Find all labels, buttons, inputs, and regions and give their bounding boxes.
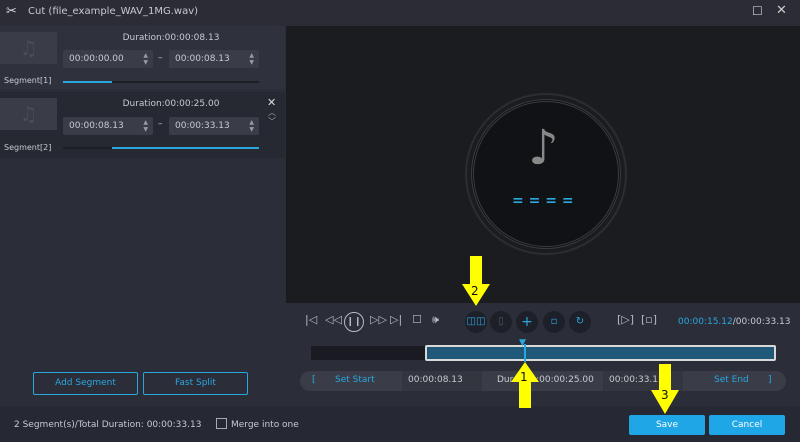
segment-range-fill bbox=[112, 147, 259, 149]
spinner-icon[interactable]: ▲ ▼ bbox=[143, 52, 148, 66]
annotation-arrow-2 bbox=[462, 256, 490, 306]
merge-checkbox[interactable] bbox=[216, 418, 227, 429]
segment-end-input[interactable]: 00:00:08.13 ▲ ▼ bbox=[169, 50, 259, 68]
stop-segment-icon[interactable]: [▫] bbox=[641, 313, 657, 326]
playhead-marker-icon[interactable]: ▼ bbox=[519, 338, 526, 348]
annotation-label-2: 2 bbox=[471, 284, 479, 298]
split-button[interactable]: ◫◫ bbox=[465, 311, 487, 333]
annotation-label-3: 3 bbox=[661, 388, 669, 402]
save-button[interactable]: Save bbox=[629, 415, 705, 435]
segment-duration: Duration:00:00:08.13 bbox=[122, 33, 220, 43]
set-end-button[interactable]: Set End bbox=[714, 375, 749, 385]
segment-label: Segment[2] bbox=[4, 143, 52, 152]
range-dash: – bbox=[158, 119, 163, 129]
trim-start-input[interactable]: 00:00:08.13 bbox=[402, 371, 482, 391]
window-title: Cut (file_example_WAV_1MG.wav) bbox=[28, 6, 199, 17]
pause-button[interactable]: ❙❙ bbox=[344, 312, 364, 332]
time-readout: 00:00:15.12/00:00:33.13 bbox=[678, 317, 791, 327]
segment-label: Segment[1] bbox=[4, 76, 52, 85]
scissors-icon: ✂ bbox=[6, 4, 17, 19]
segment-range-track bbox=[63, 147, 259, 149]
maximize-icon[interactable]: ☐ bbox=[752, 4, 763, 18]
skip-start-icon[interactable]: |◁ bbox=[305, 313, 317, 326]
segment-thumbnail: ♫ bbox=[0, 98, 57, 130]
set-start-button[interactable]: Set Start bbox=[335, 375, 375, 385]
copy-button[interactable]: ▫ bbox=[543, 311, 565, 333]
step-back-icon[interactable]: ◁◁ bbox=[325, 313, 342, 326]
fast-split-button[interactable]: Fast Split bbox=[143, 372, 248, 395]
set-end-bracket: ] bbox=[768, 375, 772, 385]
segment-duration: Duration:00:00:25.00 bbox=[122, 99, 220, 109]
annotation-label-1: 1 bbox=[520, 370, 528, 384]
add-segment-button[interactable]: Add Segment bbox=[33, 372, 138, 395]
skip-end-icon[interactable]: ▷| bbox=[390, 313, 402, 326]
play-segment-icon[interactable]: [▷] bbox=[617, 313, 634, 326]
timeline-selection[interactable] bbox=[425, 345, 776, 361]
spinner-icon[interactable]: ▲ ▼ bbox=[249, 119, 254, 133]
segment-thumbnail: ♫ bbox=[0, 32, 57, 64]
range-dash: – bbox=[158, 53, 163, 63]
delete-button[interactable]: ▯ bbox=[490, 311, 512, 333]
cancel-button[interactable]: Cancel bbox=[709, 415, 785, 435]
segment-range-track bbox=[63, 81, 259, 83]
segment-start-input[interactable]: 00:00:08.13 ▲ ▼ bbox=[63, 117, 153, 135]
spinner-icon[interactable]: ▲ ▼ bbox=[143, 119, 148, 133]
set-start-bracket: [ bbox=[312, 375, 316, 385]
segment-range-fill bbox=[63, 81, 112, 83]
music-note-icon: ♪ bbox=[528, 120, 559, 176]
spinner-icon[interactable]: ▲ ▼ bbox=[249, 52, 254, 66]
annotation-arrow-1 bbox=[511, 362, 539, 408]
audio-wave: = = = = bbox=[512, 193, 574, 209]
merge-label[interactable]: Merge into one bbox=[231, 420, 299, 430]
step-forward-icon[interactable]: ▷▷ bbox=[370, 313, 387, 326]
segment-start-input[interactable]: 00:00:00.00 ▲ ▼ bbox=[63, 50, 153, 68]
move-segment-icon[interactable]: ︿ ﹀ bbox=[268, 108, 276, 126]
segment-end-input[interactable]: 00:00:33.13 ▲ ▼ bbox=[169, 117, 259, 135]
close-icon[interactable]: ✕ bbox=[776, 3, 787, 18]
stop-icon[interactable]: ☐ bbox=[412, 313, 422, 326]
add-button[interactable]: + bbox=[516, 311, 538, 333]
reset-button[interactable]: ↻ bbox=[569, 311, 591, 333]
total-duration-summary: 2 Segment(s)/Total Duration: 00:00:33.13 bbox=[14, 420, 202, 430]
volume-icon[interactable]: 🕪 bbox=[432, 313, 439, 327]
